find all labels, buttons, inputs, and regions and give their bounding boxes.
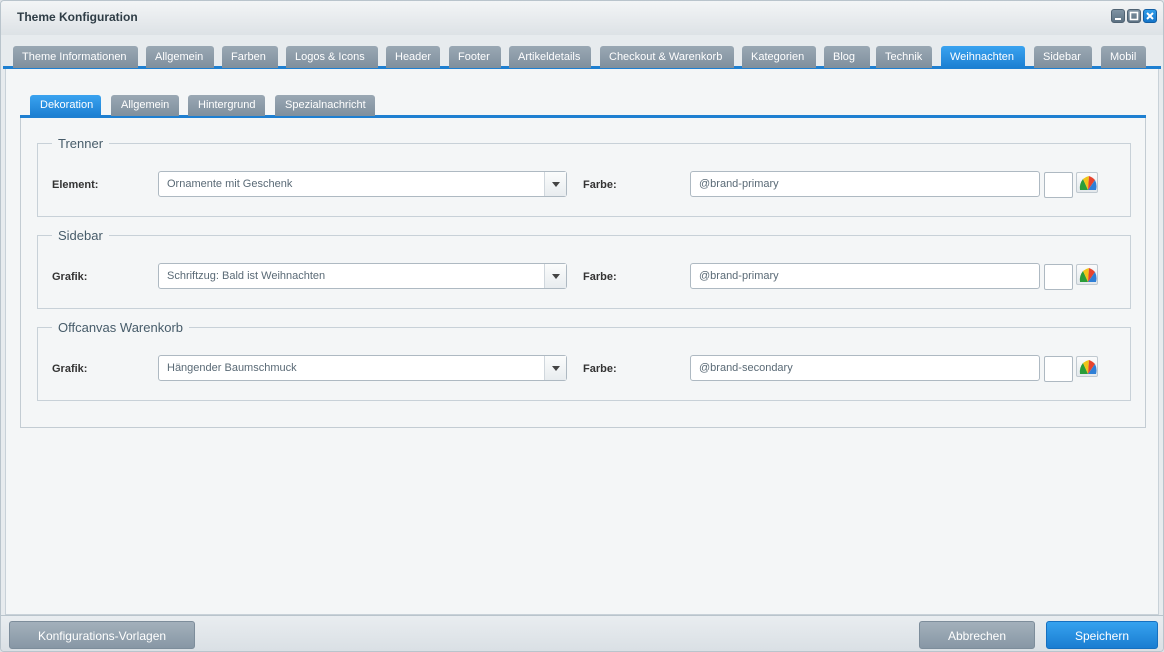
tab-weihnachten[interactable]: Weihnachten: [941, 46, 1025, 68]
tab-logos-icons[interactable]: Logos & Icons: [286, 46, 378, 68]
tab-footer[interactable]: Footer: [449, 46, 501, 68]
grafik-select[interactable]: Hängender Baumschmuck: [158, 355, 567, 381]
select-value: Schriftzug: Bald ist Weihnachten: [167, 270, 326, 282]
tab-mobil[interactable]: Mobil: [1101, 46, 1146, 68]
tab-theme-informationen[interactable]: Theme Informationen: [13, 46, 138, 68]
main-tab-bar: Theme Informationen Allgemein Farben Log…: [3, 43, 1161, 69]
save-button[interactable]: Speichern: [1046, 621, 1158, 649]
fieldset-offcanvas-warenkorb: Offcanvas Warenkorb Grafik: Hängender Ba…: [37, 320, 1131, 401]
cancel-button[interactable]: Abbrechen: [919, 621, 1035, 649]
configuration-templates-button[interactable]: Konfigurations-Vorlagen: [9, 621, 195, 649]
color-value: @brand-primary: [699, 178, 779, 190]
window-title: Theme Konfiguration: [17, 10, 138, 24]
subtab-hintergrund[interactable]: Hintergrund: [188, 95, 265, 116]
color-swatch[interactable]: [1044, 356, 1073, 382]
tab-technik[interactable]: Technik: [876, 46, 932, 68]
field-label: Element:: [52, 179, 99, 191]
close-icon[interactable]: [1143, 9, 1157, 23]
grafik-select[interactable]: Schriftzug: Bald ist Weihnachten: [158, 263, 567, 289]
color-value: @brand-primary: [699, 270, 779, 282]
tab-allgemein[interactable]: Allgemein: [146, 46, 214, 68]
color-label: Farbe:: [583, 179, 617, 191]
theme-config-window: Theme Konfiguration Theme Informationen …: [0, 0, 1164, 652]
color-picker-icon[interactable]: [1076, 264, 1098, 285]
color-label: Farbe:: [583, 271, 617, 283]
tab-artikeldetails[interactable]: Artikeldetails: [509, 46, 591, 68]
fieldset-legend: Offcanvas Warenkorb: [52, 320, 189, 335]
title-bar: Theme Konfiguration: [1, 1, 1163, 35]
dekoration-panel: Trenner Element: Ornamente mit Geschenk …: [20, 118, 1146, 428]
maximize-icon[interactable]: [1127, 9, 1141, 23]
subtab-allgemein[interactable]: Allgemein: [111, 95, 179, 116]
fieldset-sidebar: Sidebar Grafik: Schriftzug: Bald ist Wei…: [37, 228, 1131, 309]
color-swatch[interactable]: [1044, 172, 1073, 198]
fieldset-legend: Sidebar: [52, 228, 109, 243]
subtab-dekoration[interactable]: Dekoration: [30, 95, 101, 116]
window-controls: [1111, 9, 1157, 23]
footer-toolbar: Konfigurations-Vorlagen Abbrechen Speich…: [1, 615, 1163, 651]
tab-blog[interactable]: Blog: [824, 46, 870, 68]
color-value: @brand-secondary: [699, 362, 793, 374]
sub-tab-bar: Dekoration Allgemein Hintergrund Spezial…: [20, 94, 1146, 118]
select-value: Hängender Baumschmuck: [167, 362, 297, 374]
tab-content: Dekoration Allgemein Hintergrund Spezial…: [5, 69, 1159, 615]
select-value: Ornamente mit Geschenk: [167, 178, 293, 190]
chevron-down-icon[interactable]: [544, 356, 566, 380]
tab-checkout-warenkorb[interactable]: Checkout & Warenkorb: [600, 46, 734, 68]
fieldset-trenner: Trenner Element: Ornamente mit Geschenk …: [37, 136, 1131, 217]
minimize-icon[interactable]: [1111, 9, 1125, 23]
tab-header[interactable]: Header: [386, 46, 440, 68]
element-select[interactable]: Ornamente mit Geschenk: [158, 171, 567, 197]
color-picker-icon[interactable]: [1076, 356, 1098, 377]
color-picker-icon[interactable]: [1076, 172, 1098, 193]
tab-kategorien[interactable]: Kategorien: [742, 46, 816, 68]
field-label: Grafik:: [52, 271, 88, 283]
tab-sidebar[interactable]: Sidebar: [1034, 46, 1092, 68]
chevron-down-icon[interactable]: [544, 264, 566, 288]
color-swatch[interactable]: [1044, 264, 1073, 290]
color-field[interactable]: @brand-secondary: [690, 355, 1040, 381]
chevron-down-icon[interactable]: [544, 172, 566, 196]
subtab-spezialnachricht[interactable]: Spezialnachricht: [275, 95, 375, 116]
field-label: Grafik:: [52, 363, 88, 375]
color-field[interactable]: @brand-primary: [690, 263, 1040, 289]
fieldset-legend: Trenner: [52, 136, 110, 151]
color-label: Farbe:: [583, 363, 617, 375]
tab-farben[interactable]: Farben: [222, 46, 278, 68]
color-field[interactable]: @brand-primary: [690, 171, 1040, 197]
